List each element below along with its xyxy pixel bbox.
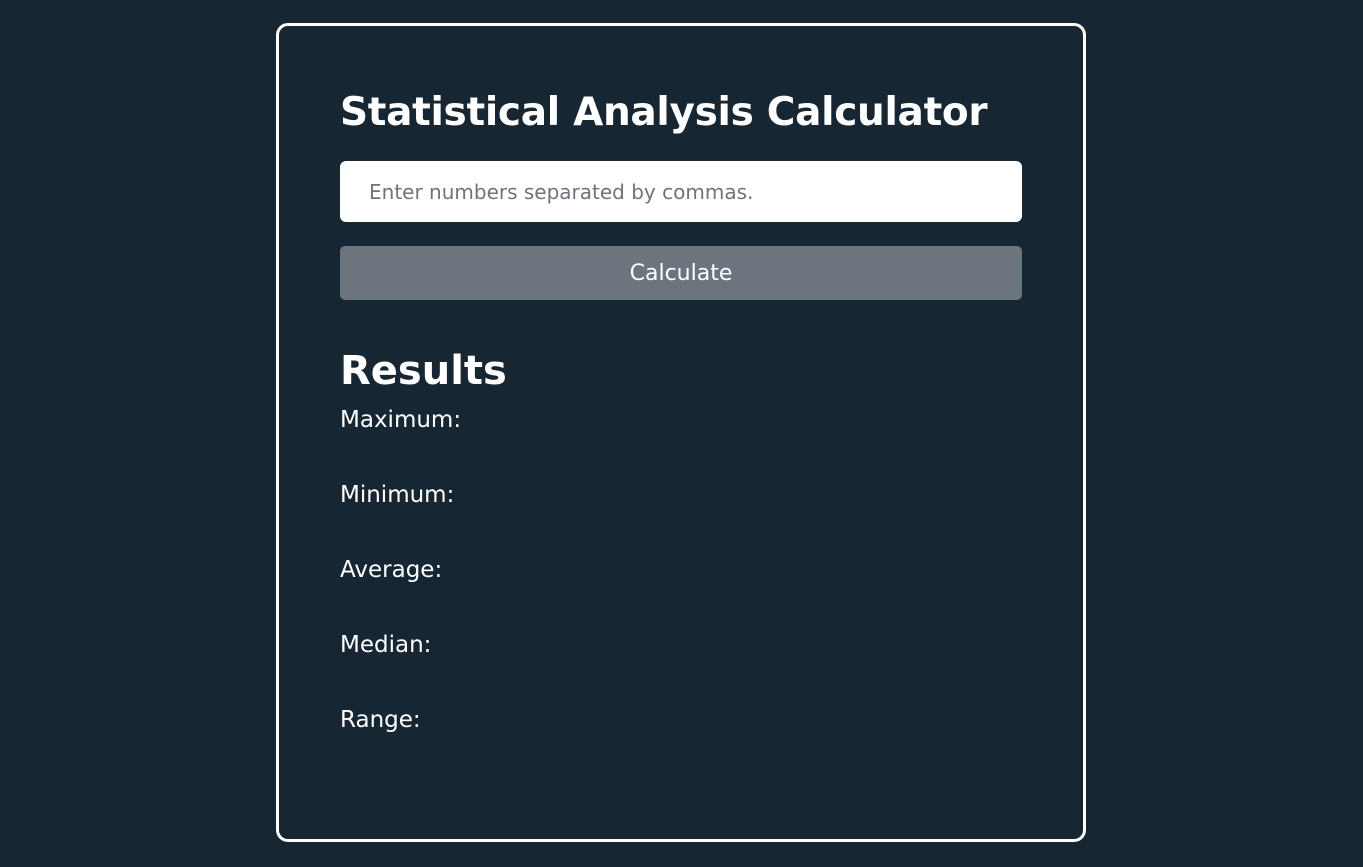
results-heading: Results	[340, 348, 507, 394]
minimum-label: Minimum:	[340, 482, 455, 508]
average-label: Average:	[340, 557, 443, 583]
numbers-input[interactable]	[340, 161, 1022, 222]
range-label: Range:	[340, 707, 421, 733]
result-median: Median:	[340, 630, 437, 660]
median-label: Median:	[340, 632, 432, 658]
calculator-card: Statistical Analysis Calculator Calculat…	[276, 23, 1086, 842]
result-maximum: Maximum:	[340, 405, 467, 435]
result-average: Average:	[340, 555, 448, 585]
calculate-button[interactable]: Calculate	[340, 246, 1022, 300]
maximum-label: Maximum:	[340, 407, 462, 433]
result-range: Range:	[340, 705, 427, 735]
result-minimum: Minimum:	[340, 480, 460, 510]
page-title: Statistical Analysis Calculator	[340, 90, 988, 135]
